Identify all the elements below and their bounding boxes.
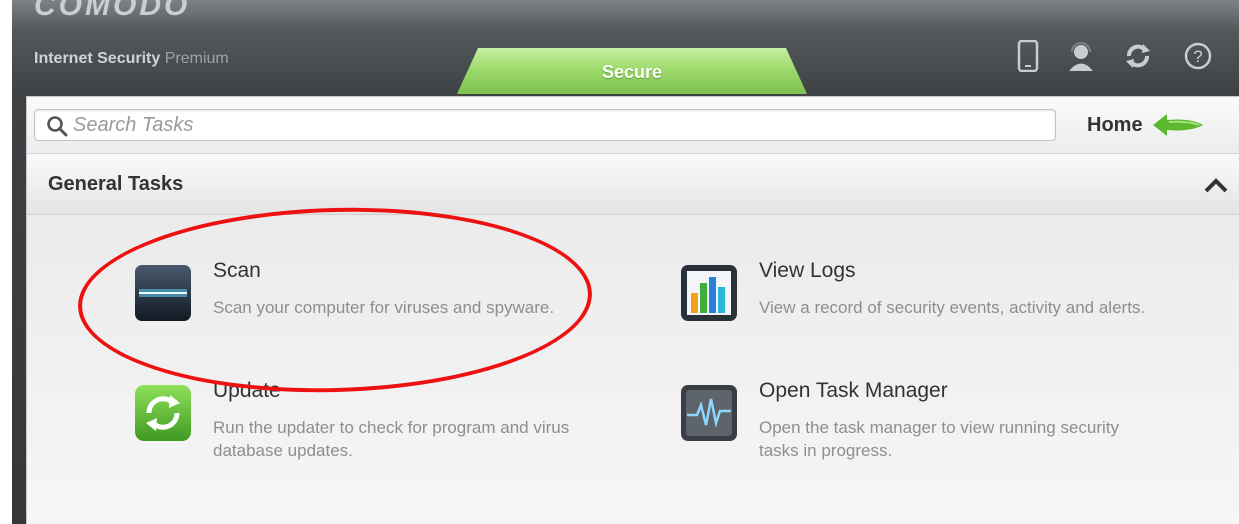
view-logs-icon	[681, 265, 737, 321]
task-description: Scan your computer for viruses and spywa…	[213, 298, 555, 317]
tasks-area: Scan Scan your computer for viruses and …	[27, 215, 1239, 524]
help-icon[interactable]: ?	[1181, 38, 1215, 74]
brand-logo: COMODO	[34, 0, 191, 22]
scan-icon	[135, 265, 191, 321]
home-arrow-icon	[1152, 114, 1203, 136]
status-tab[interactable]: Secure	[457, 48, 807, 94]
search-box[interactable]	[34, 109, 1056, 141]
main-panel: Home General Tasks	[26, 96, 1239, 524]
task-description: Run the updater to check for program and…	[213, 418, 570, 460]
section-title: General Tasks	[48, 173, 184, 195]
task-title: Scan	[213, 259, 261, 282]
task-title: Open Task Manager	[759, 379, 948, 402]
task-open-task-manager[interactable]: Open Task Manager Open the task manager …	[679, 379, 1149, 489]
task-update[interactable]: Update Run the updater to check for prog…	[133, 379, 603, 489]
home-label: Home	[1087, 113, 1143, 136]
task-description: View a record of security events, activi…	[759, 298, 1146, 317]
product-name-light: Premium	[164, 50, 229, 67]
app-window: COMODO Internet Security Premium Secure	[12, 0, 1239, 524]
general-tasks-header[interactable]: General Tasks	[27, 154, 1239, 215]
product-name: Internet Security Premium	[34, 50, 229, 68]
update-icon	[135, 385, 191, 441]
chevron-up-icon[interactable]	[1203, 176, 1229, 194]
task-manager-icon	[681, 385, 737, 441]
svg-text:?: ?	[1193, 47, 1202, 66]
task-title: Update	[213, 379, 281, 402]
search-input[interactable]	[73, 113, 1023, 137]
task-scan[interactable]: Scan Scan your computer for viruses and …	[133, 259, 603, 369]
mobile-device-icon[interactable]	[1011, 38, 1045, 74]
task-title: View Logs	[759, 259, 856, 282]
support-icon[interactable]	[1064, 38, 1098, 74]
search-icon	[47, 116, 68, 137]
task-view-logs[interactable]: View Logs View a record of security even…	[679, 259, 1149, 369]
product-name-bold: Internet Security	[34, 50, 161, 67]
search-bar: Home	[27, 97, 1239, 154]
task-description: Open the task manager to view running se…	[759, 418, 1120, 460]
home-button[interactable]: Home	[1087, 111, 1205, 139]
refresh-icon[interactable]	[1121, 38, 1155, 74]
status-label: Secure	[601, 62, 663, 82]
